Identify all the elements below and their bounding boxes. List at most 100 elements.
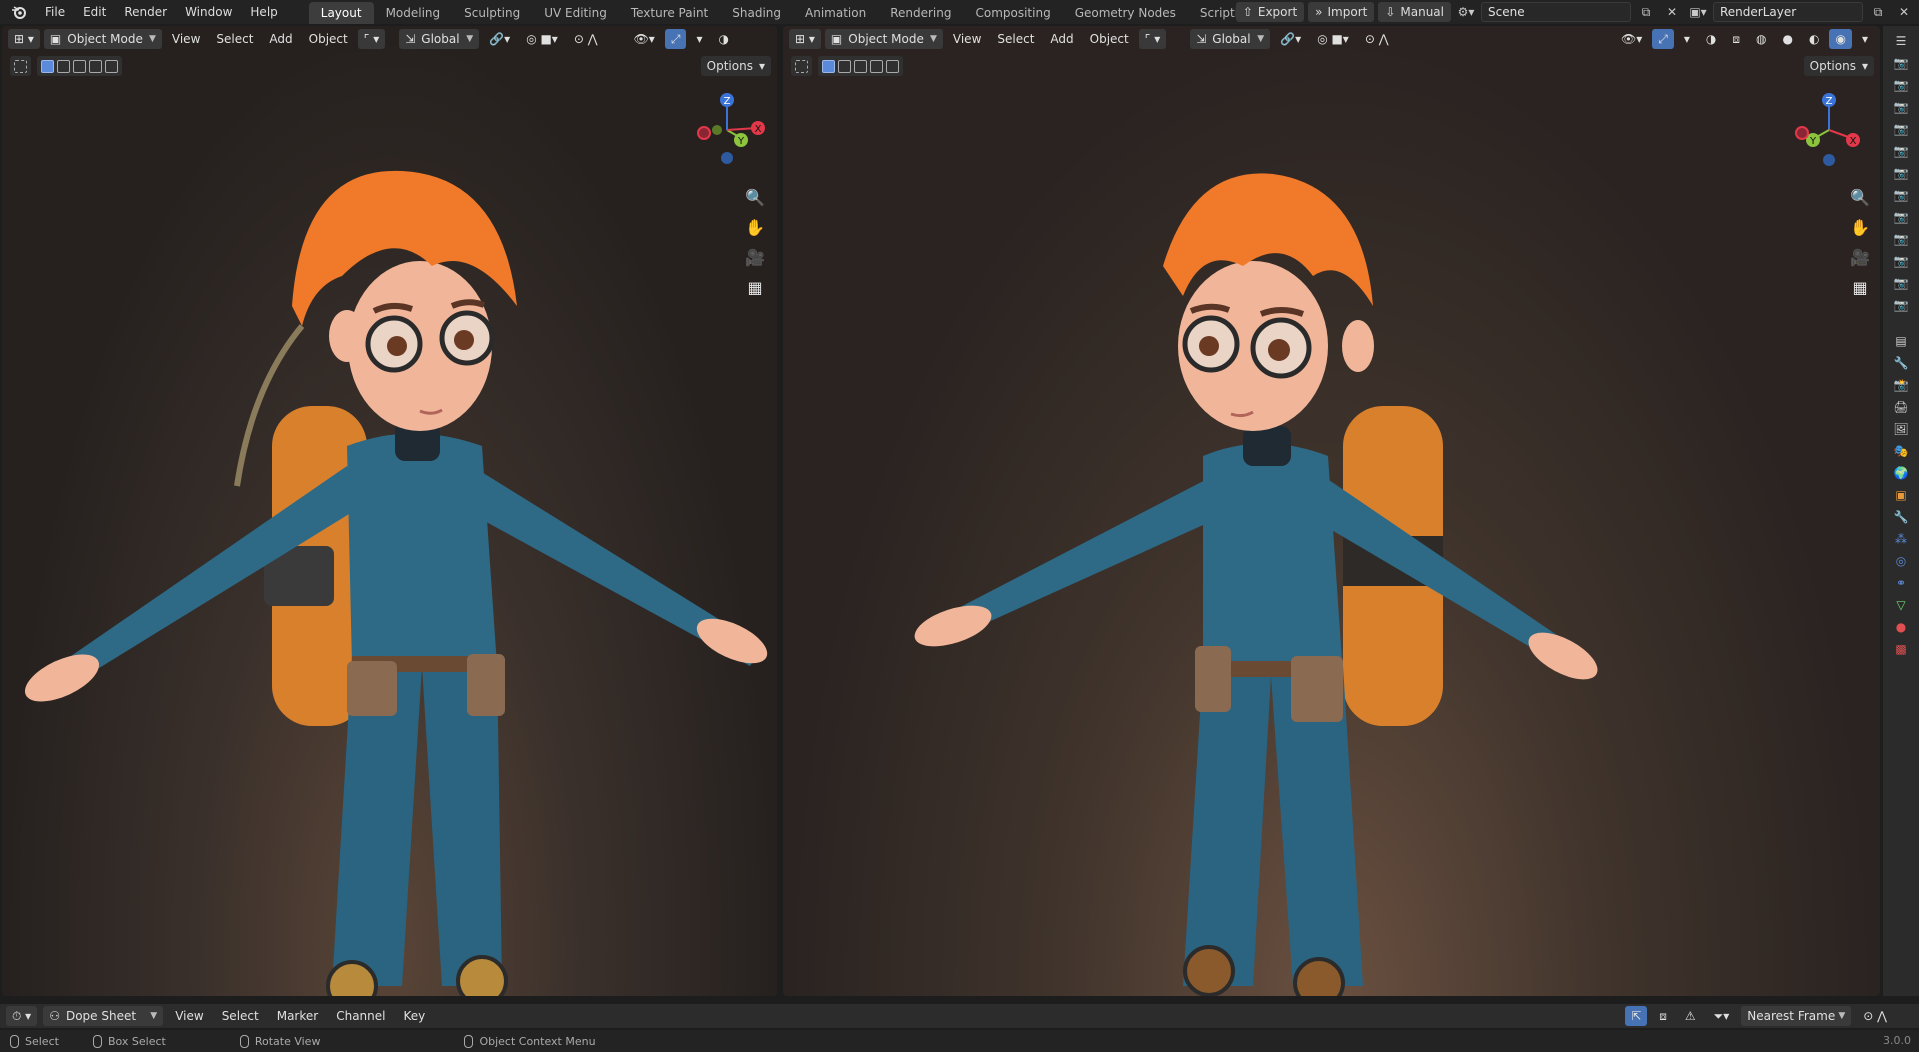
viewport-right[interactable]: ⊞ ▾ ▣ Object Mode ▼ View Select Add Obje… <box>783 26 1880 996</box>
render-settings-icon[interactable]: 📸 <box>1883 374 1919 396</box>
tab-shading[interactable]: Shading <box>720 2 793 24</box>
render-icon[interactable]: 📷 <box>1883 206 1919 228</box>
texture-icon[interactable]: ▩ <box>1883 638 1919 660</box>
snap-mode-dropdown[interactable]: Nearest Frame ▼ <box>1741 1006 1852 1026</box>
viewport-left[interactable]: ⊞ ▾ ▣ Object Mode ▼ View Select Add Obje… <box>2 26 777 996</box>
scene-selector-icon[interactable]: ⚙▾ <box>1455 2 1477 22</box>
editor-type-button[interactable]: ⏱ ▾ <box>6 1006 38 1026</box>
tab-texture-paint[interactable]: Texture Paint <box>619 2 720 24</box>
top-right-controls: ⇧ Export » Import ⇩ Manual ⚙▾ Scene ⧉ ✕ … <box>1235 0 1919 24</box>
render-icon[interactable]: 📷 <box>1883 250 1919 272</box>
download-icon: ⇩ <box>1385 5 1396 19</box>
render-layer-field[interactable]: RenderLayer <box>1713 2 1863 22</box>
version-label: 3.0.0 <box>1883 1034 1911 1047</box>
mouse-right-icon <box>464 1034 474 1048</box>
object-data-icon[interactable]: ▽ <box>1883 594 1919 616</box>
constraints-icon[interactable]: ⚭ <box>1883 572 1919 594</box>
render-icon[interactable]: 📷 <box>1883 294 1919 316</box>
properties-icon[interactable]: ▤ <box>1883 330 1919 352</box>
workspace-tabs: Layout Modeling Sculpting UV Editing Tex… <box>308 0 1293 24</box>
render-layer-name: RenderLayer <box>1720 5 1797 19</box>
status-context-menu: Object Context Menu <box>464 1034 596 1048</box>
dopesheet-label: Dope Sheet <box>65 1009 137 1023</box>
menu-view[interactable]: View <box>169 1006 209 1026</box>
tab-sculpting[interactable]: Sculpting <box>452 2 532 24</box>
menu-key[interactable]: Key <box>397 1006 431 1026</box>
proportional-edit-toggle[interactable]: ⊙ ⋀ <box>1857 1006 1893 1026</box>
render-icon[interactable]: 📷 <box>1883 272 1919 294</box>
render-icon[interactable]: 📷 <box>1883 52 1919 74</box>
tab-modeling[interactable]: Modeling <box>374 2 453 24</box>
dopesheet-right-controls: ⇱ ⧈ ⚠ ⏷▾ Nearest Frame ▼ ⊙ ⋀ <box>1625 1006 1893 1026</box>
import-button[interactable]: » Import <box>1308 2 1375 22</box>
status-bar: Select Box Select Rotate View Object Con… <box>0 1030 1919 1052</box>
copy-layer-icon[interactable]: ⧉ <box>1867 2 1889 22</box>
physics-icon[interactable]: ◎ <box>1883 550 1919 572</box>
tab-layout[interactable]: Layout <box>308 2 374 24</box>
import-label: Import <box>1327 5 1368 19</box>
chevron-down-icon: ▼ <box>1838 1011 1846 1021</box>
tool-settings-icon[interactable]: 🔧 <box>1883 352 1919 374</box>
tab-rendering[interactable]: Rendering <box>878 2 963 24</box>
mouse-left-icon <box>10 1034 19 1048</box>
export-icon: ⇧ <box>1242 5 1253 19</box>
modifier-icon[interactable]: 🔧 <box>1883 506 1919 528</box>
render-icon[interactable]: 📷 <box>1883 162 1919 184</box>
output-settings-icon[interactable]: 🖨 <box>1883 396 1919 418</box>
outliner-toggle-icon[interactable]: ☰ <box>1883 30 1919 52</box>
tab-animation[interactable]: Animation <box>793 2 878 24</box>
status-rotate-view: Rotate View <box>239 1034 321 1048</box>
tab-uv-editing[interactable]: UV Editing <box>532 2 619 24</box>
dopesheet-icon: ⚇ <box>49 1009 60 1023</box>
blender-logo-icon[interactable] <box>8 1 30 23</box>
mouse-drag-icon <box>92 1034 102 1048</box>
manual-label: Manual <box>1400 5 1444 19</box>
menu-select[interactable]: Select <box>216 1006 265 1026</box>
render-icon[interactable]: 📷 <box>1883 140 1919 162</box>
dopesheet-mode-dropdown[interactable]: ⚇ Dope Sheet ▼ <box>43 1006 164 1026</box>
filter-dropdown[interactable]: ⏷▾ <box>1708 1006 1736 1026</box>
menu-file[interactable]: File <box>36 2 74 22</box>
status-rotate-view-label: Rotate View <box>254 1034 321 1048</box>
menu-window[interactable]: Window <box>176 2 241 22</box>
tab-geometry-nodes[interactable]: Geometry Nodes <box>1063 2 1188 24</box>
show-hidden-toggle[interactable]: ⧈ <box>1653 1006 1673 1026</box>
object-settings-icon[interactable]: ▣ <box>1883 484 1919 506</box>
status-context-menu-label: Object Context Menu <box>479 1034 596 1048</box>
menu-help[interactable]: Help <box>241 2 286 22</box>
view-layer-icon[interactable]: 🖼 <box>1883 418 1919 440</box>
mouse-middle-icon <box>239 1034 249 1048</box>
render-icon[interactable]: 📷 <box>1883 184 1919 206</box>
snap-mode-label: Nearest Frame <box>1747 1009 1836 1023</box>
particles-icon[interactable]: ⁂ <box>1883 528 1919 550</box>
copy-scene-icon[interactable]: ⧉ <box>1635 2 1657 22</box>
world-settings-icon[interactable]: 🌍 <box>1883 462 1919 484</box>
chevron-down-icon: ▼ <box>150 1011 158 1021</box>
dopesheet-header: ⏱ ▾ ⚇ Dope Sheet ▼ View Select Marker Ch… <box>0 1004 1919 1028</box>
scene-settings-icon[interactable]: 🎭 <box>1883 440 1919 462</box>
render-icon[interactable]: 📷 <box>1883 228 1919 250</box>
close-scene-icon[interactable]: ✕ <box>1661 2 1683 22</box>
properties-tab-strip: ☰ 📷 📷 📷 📷 📷 📷 📷 📷 📷 📷 📷 📷 ▤ 🔧 📸 🖨 🖼 🎭 🌍 … <box>1883 26 1919 996</box>
render-icon[interactable]: 📷 <box>1883 96 1919 118</box>
material-icon[interactable]: ● <box>1883 616 1919 638</box>
status-box-select-label: Box Select <box>107 1034 166 1048</box>
status-select-label: Select <box>25 1034 59 1048</box>
close-layer-icon[interactable]: ✕ <box>1893 2 1915 22</box>
render-icon[interactable]: 📷 <box>1883 74 1919 96</box>
view-layer-icon[interactable]: ▣▾ <box>1687 2 1709 22</box>
tab-compositing[interactable]: Compositing <box>963 2 1062 24</box>
export-label: Export <box>1257 5 1298 19</box>
import-icon: » <box>1315 5 1323 19</box>
only-selected-toggle[interactable]: ⇱ <box>1625 1006 1648 1026</box>
render-icon[interactable]: 📷 <box>1883 118 1919 140</box>
warning-icon[interactable]: ⚠ <box>1679 1006 1702 1026</box>
menu-channel[interactable]: Channel <box>330 1006 391 1026</box>
manual-button[interactable]: ⇩ Manual <box>1378 2 1451 22</box>
menu-edit[interactable]: Edit <box>74 2 115 22</box>
scene-name: Scene <box>1488 5 1525 19</box>
menu-render[interactable]: Render <box>115 2 176 22</box>
export-button[interactable]: ⇧ Export <box>1235 2 1305 22</box>
scene-name-field[interactable]: Scene <box>1481 2 1631 22</box>
menu-marker[interactable]: Marker <box>271 1006 324 1026</box>
